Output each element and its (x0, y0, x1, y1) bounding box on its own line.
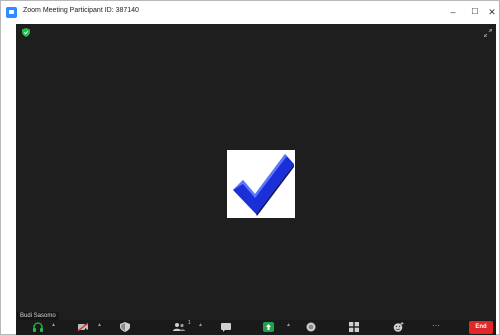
participants-button[interactable] (171, 321, 187, 333)
security-icon (120, 322, 130, 332)
video-area: Budi Sasomo (16, 24, 496, 320)
share-screen-button[interactable] (261, 321, 275, 333)
video-off-icon (77, 322, 89, 332)
participant-name-label: Budi Sasomo (17, 312, 59, 320)
reactions-button[interactable] (391, 321, 405, 333)
chat-button[interactable] (219, 321, 233, 333)
chat-icon (221, 322, 231, 332)
end-meeting-button[interactable]: End (469, 321, 493, 334)
record-icon (306, 322, 316, 332)
zoom-app-icon (6, 7, 17, 18)
title-bar: Zoom Meeting Participant ID: 387140 – ☐ … (1, 1, 499, 24)
share-screen-icon (262, 322, 274, 332)
audio-options-caret[interactable]: ▲ (51, 322, 56, 328)
participants-options-caret[interactable]: ▲ (198, 322, 203, 328)
window-title: Zoom Meeting Participant ID: 387140 (23, 7, 139, 14)
participants-icon (173, 323, 185, 331)
reactions-icon (393, 322, 403, 332)
more-icon[interactable]: ··· (429, 319, 443, 331)
breakout-rooms-button[interactable] (347, 321, 361, 333)
zoom-window: Zoom Meeting Participant ID: 387140 – ☐ … (0, 0, 500, 335)
fullscreen-icon[interactable] (484, 29, 492, 37)
share-options-caret[interactable]: ▲ (286, 322, 291, 328)
shield-icon[interactable] (22, 28, 30, 37)
start-video-button[interactable] (76, 321, 90, 333)
meeting-toolbar: ▲ ▲ 1 ▲ ▲ ··· End (16, 320, 496, 335)
checkmark-image (227, 150, 295, 218)
close-button[interactable]: ✕ (482, 5, 500, 19)
record-button[interactable] (304, 321, 318, 333)
audio-icon (33, 322, 43, 332)
video-options-caret[interactable]: ▲ (97, 322, 102, 328)
minimize-button[interactable]: – (443, 5, 463, 19)
breakout-rooms-icon (349, 322, 359, 332)
participants-count: 1 (188, 320, 191, 326)
security-button[interactable] (118, 321, 132, 333)
audio-button[interactable] (31, 321, 45, 333)
